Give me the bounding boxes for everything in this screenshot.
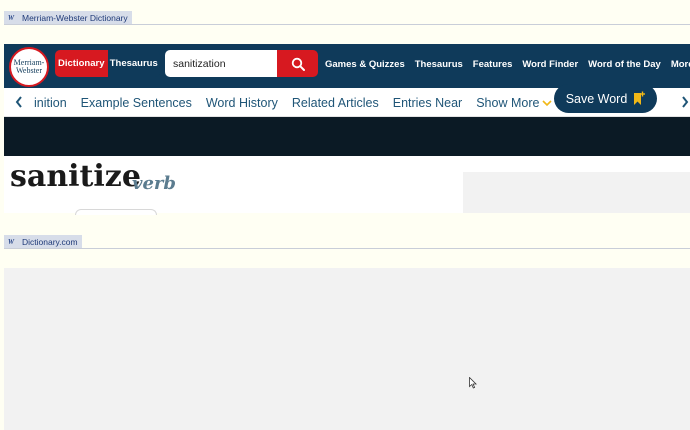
nav-word-of-the-day[interactable]: Word of the Day	[588, 59, 661, 70]
nav-features[interactable]: Features	[473, 59, 513, 70]
subnav-entries-near[interactable]: Entries Near	[393, 96, 462, 110]
subnav-prev-button[interactable]	[10, 93, 28, 111]
web-embed-icon: W	[7, 237, 15, 246]
save-word-button[interactable]: Save Word	[554, 84, 657, 113]
embed-gap	[4, 213, 690, 235]
partial-pill	[75, 209, 157, 215]
nav-thesaurus[interactable]: Thesaurus	[415, 59, 463, 70]
search-button[interactable]	[277, 50, 318, 77]
tab-dictionary[interactable]: Dictionary	[55, 50, 108, 77]
headword: sanitize	[10, 159, 141, 194]
subnav-show-more[interactable]: Show More	[476, 95, 553, 110]
mw-logo[interactable]: Merriam- Webster	[9, 47, 49, 87]
entry-header: sanitize verb	[4, 156, 690, 214]
nav-more[interactable]: More	[671, 59, 690, 70]
main-nav: Games & Quizzes Thesaurus Features Word …	[325, 44, 690, 84]
nav-word-finder[interactable]: Word Finder	[522, 59, 578, 70]
tab-thesaurus[interactable]: Thesaurus	[107, 50, 160, 77]
part-of-speech: verb	[132, 173, 176, 194]
embed-label-text: Dictionary.com	[22, 236, 78, 247]
separator	[4, 24, 690, 25]
save-word-label: Save Word	[565, 91, 628, 106]
search-icon	[291, 57, 305, 71]
logo-line2: Webster	[15, 66, 42, 75]
subnav-word-history[interactable]: Word History	[206, 96, 278, 110]
nav-more-label: More	[670, 58, 690, 70]
dictionary-com-page	[4, 268, 690, 430]
merriam-webster-page: Merriam- Webster Dictionary Thesaurus sa…	[4, 44, 690, 214]
chevron-right-icon	[682, 96, 689, 108]
subnav-definition[interactable]: inition	[34, 96, 67, 110]
mw-header: Merriam- Webster Dictionary Thesaurus sa…	[4, 44, 690, 88]
web-embed-icon: W	[7, 13, 15, 22]
chevron-left-icon	[15, 96, 22, 108]
bookmark-plus-icon	[634, 91, 646, 105]
ad-banner	[4, 117, 690, 156]
subnav-related-articles[interactable]: Related Articles	[292, 96, 379, 110]
embed-label-text: Merriam-Webster Dictionary	[22, 12, 128, 23]
subnav-items: inition Example Sentences Word History R…	[34, 88, 553, 117]
chevron-down-icon	[542, 99, 553, 106]
side-panel	[463, 172, 690, 214]
dictionary-thesaurus-toggle: Dictionary Thesaurus	[55, 50, 160, 77]
nav-games-quizzes[interactable]: Games & Quizzes	[325, 59, 405, 70]
embed-label-dictionary-com: W Dictionary.com	[4, 235, 82, 248]
embed-label-merriam-webster: W Merriam-Webster Dictionary	[4, 11, 132, 24]
subnav-next-button[interactable]	[676, 93, 690, 111]
show-more-label: Show More	[476, 95, 540, 110]
separator	[4, 248, 690, 249]
mouse-cursor-icon	[469, 377, 477, 389]
search-input[interactable]: sanitization	[165, 50, 277, 77]
subnav-example-sentences[interactable]: Example Sentences	[81, 96, 192, 110]
